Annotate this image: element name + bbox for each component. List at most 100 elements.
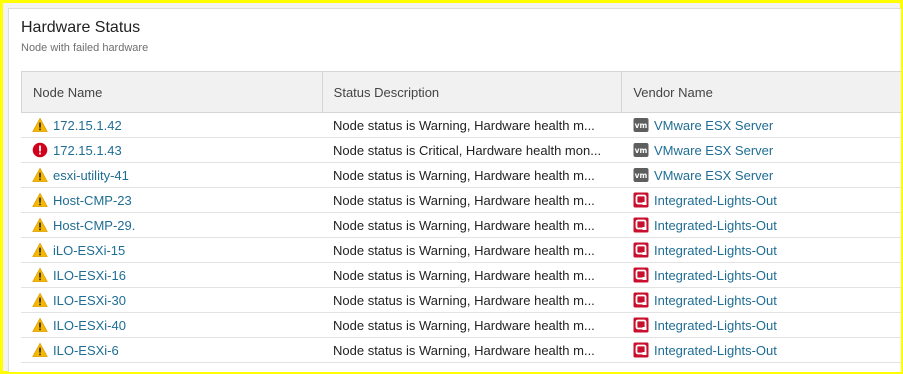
status-description-text: Node status is Critical, Hardware health… [333, 142, 602, 158]
vendor-name-link[interactable]: Integrated-Lights-Out [654, 243, 777, 258]
vendor-name-link[interactable]: VMware ESX Server [654, 168, 773, 183]
node-name-link[interactable]: ILO-ESXi-40 [53, 318, 126, 333]
vendor-name-cell: Integrated-Lights-Out [622, 338, 901, 362]
table-row: ILO-ESXi-40 Node status is Warning, Hardw… [21, 313, 901, 338]
node-name-cell: 172.15.1.42 [21, 113, 322, 137]
warning-icon [32, 217, 48, 233]
node-name-link[interactable]: Host-CMP-29. [53, 218, 135, 233]
critical-icon [32, 142, 48, 158]
vendor-name-link[interactable]: Integrated-Lights-Out [654, 193, 777, 208]
node-name-cell: ILO-ESXi-30 [21, 288, 322, 312]
status-description-cell: Node status is Warning, Hardware health … [322, 213, 622, 237]
vendor-name-cell: vm VMware ESX Server [622, 138, 901, 162]
table-row: Host-CMP-23 Node status is Warning, Hardw… [21, 188, 901, 213]
node-name-cell: 172.15.1.43 [21, 138, 322, 162]
node-name-cell: ILO-ESXi-16 [21, 263, 322, 287]
table-row: 172.15.1.43 Node status is Critical, Hard… [21, 138, 901, 163]
node-name-link[interactable]: Host-CMP-23 [53, 193, 132, 208]
status-description-text: Node status is Warning, Hardware health … [333, 167, 595, 183]
widget-title: Hardware Status [21, 19, 141, 36]
table-row: esxi-utility-41 Node status is Warning, H… [21, 163, 901, 188]
vendor-name-link[interactable]: Integrated-Lights-Out [654, 318, 777, 333]
node-name-cell: Host-CMP-23 [21, 188, 322, 212]
column-header-node-name[interactable]: Node Name [22, 72, 323, 112]
vendor-name-link[interactable]: VMware ESX Server [654, 118, 773, 133]
vendor-name-cell: Integrated-Lights-Out [622, 313, 901, 337]
table-row: 172.15.1.42 Node status is Warning, Hardw… [21, 113, 901, 138]
svg-text:vm: vm [635, 171, 648, 180]
warning-icon [32, 267, 48, 283]
vendor-name-cell: Integrated-Lights-Out [622, 288, 901, 312]
vendor-name-cell: vm VMware ESX Server [622, 163, 901, 187]
node-name-cell: esxi-utility-41 [21, 163, 322, 187]
vendor-name-cell: Integrated-Lights-Out [622, 213, 901, 237]
status-description-text: Node status is Warning, Hardware health … [333, 267, 595, 283]
node-name-link[interactable]: iLO-ESXi-15 [53, 243, 125, 258]
column-header-status-description[interactable]: Status Description [323, 72, 623, 112]
ilo-icon [633, 242, 649, 258]
status-description-cell: Node status is Warning, Hardware health … [322, 113, 622, 137]
node-name-link[interactable]: ILO-ESXi-6 [53, 343, 119, 358]
table-row: ILO-ESXi-30 Node status is Warning, Hardw… [21, 288, 901, 313]
status-description-text: Node status is Warning, Hardware health … [333, 242, 595, 258]
column-header-vendor-name[interactable]: Vendor Name [622, 72, 901, 112]
warning-icon [32, 242, 48, 258]
status-description-text: Node status is Warning, Hardware health … [333, 342, 595, 358]
vmware-icon: vm [633, 142, 649, 158]
status-description-cell: Node status is Warning, Hardware health … [322, 238, 622, 262]
node-name-link[interactable]: ILO-ESXi-30 [53, 293, 126, 308]
status-description-cell: Node status is Warning, Hardware health … [322, 163, 622, 187]
vendor-name-link[interactable]: Integrated-Lights-Out [654, 343, 777, 358]
warning-icon [32, 117, 48, 133]
warning-icon [32, 167, 48, 183]
node-name-cell: ILO-ESXi-6 [21, 338, 322, 362]
hardware-status-table: Node Name Status Description Vendor Name… [21, 71, 901, 363]
svg-text:vm: vm [635, 146, 648, 155]
vmware-icon: vm [633, 117, 649, 133]
vendor-name-link[interactable]: Integrated-Lights-Out [654, 268, 777, 283]
node-name-cell: Host-CMP-29. [21, 213, 322, 237]
vendor-name-cell: vm VMware ESX Server [622, 113, 901, 137]
status-description-cell: Node status is Critical, Hardware health… [322, 138, 622, 162]
table-body: 172.15.1.42 Node status is Warning, Hardw… [21, 113, 901, 363]
warning-icon [32, 342, 48, 358]
ilo-icon [633, 217, 649, 233]
status-description-cell: Node status is Warning, Hardware health … [322, 188, 622, 212]
node-name-cell: iLO-ESXi-15 [21, 238, 322, 262]
status-description-text: Node status is Warning, Hardware health … [333, 292, 595, 308]
table-row: ILO-ESXi-6 Node status is Warning, Hardwa… [21, 338, 901, 363]
status-description-text: Node status is Warning, Hardware health … [333, 217, 595, 233]
hardware-status-panel: Hardware Status Node with failed hardwar… [8, 8, 901, 372]
warning-icon [32, 292, 48, 308]
table-row: iLO-ESXi-15 Node status is Warning, Hardw… [21, 238, 901, 263]
node-name-link[interactable]: 172.15.1.43 [53, 143, 122, 158]
node-name-cell: ILO-ESXi-40 [21, 313, 322, 337]
status-description-text: Node status is Warning, Hardware health … [333, 192, 595, 208]
status-description-text: Node status is Warning, Hardware health … [333, 117, 595, 133]
node-name-link[interactable]: esxi-utility-41 [53, 168, 129, 183]
status-description-cell: Node status is Warning, Hardware health … [322, 288, 622, 312]
node-name-link[interactable]: 172.15.1.42 [53, 118, 122, 133]
status-description-cell: Node status is Warning, Hardware health … [322, 338, 622, 362]
vmware-icon: vm [633, 167, 649, 183]
vendor-name-cell: Integrated-Lights-Out [622, 263, 901, 287]
table-header: Node Name Status Description Vendor Name [21, 71, 901, 113]
ilo-icon [633, 342, 649, 358]
ilo-icon [633, 317, 649, 333]
vendor-name-link[interactable]: Integrated-Lights-Out [654, 293, 777, 308]
ilo-icon [633, 267, 649, 283]
vendor-name-cell: Integrated-Lights-Out [622, 238, 901, 262]
ilo-icon [633, 292, 649, 308]
vendor-name-link[interactable]: Integrated-Lights-Out [654, 218, 777, 233]
vendor-name-link[interactable]: VMware ESX Server [654, 143, 773, 158]
svg-text:vm: vm [635, 121, 648, 130]
widget-frame: Hardware Status Node with failed hardwar… [3, 3, 901, 372]
status-description-cell: Node status is Warning, Hardware health … [322, 313, 622, 337]
status-description-text: Node status is Warning, Hardware health … [333, 317, 595, 333]
widget-subtitle: Node with failed hardware [21, 42, 149, 54]
node-name-link[interactable]: ILO-ESXi-16 [53, 268, 126, 283]
status-description-cell: Node status is Warning, Hardware health … [322, 263, 622, 287]
table-row: Host-CMP-29. Node status is Warning, Hard… [21, 213, 901, 238]
table-row: ILO-ESXi-16 Node status is Warning, Hardw… [21, 263, 901, 288]
warning-icon [32, 192, 48, 208]
